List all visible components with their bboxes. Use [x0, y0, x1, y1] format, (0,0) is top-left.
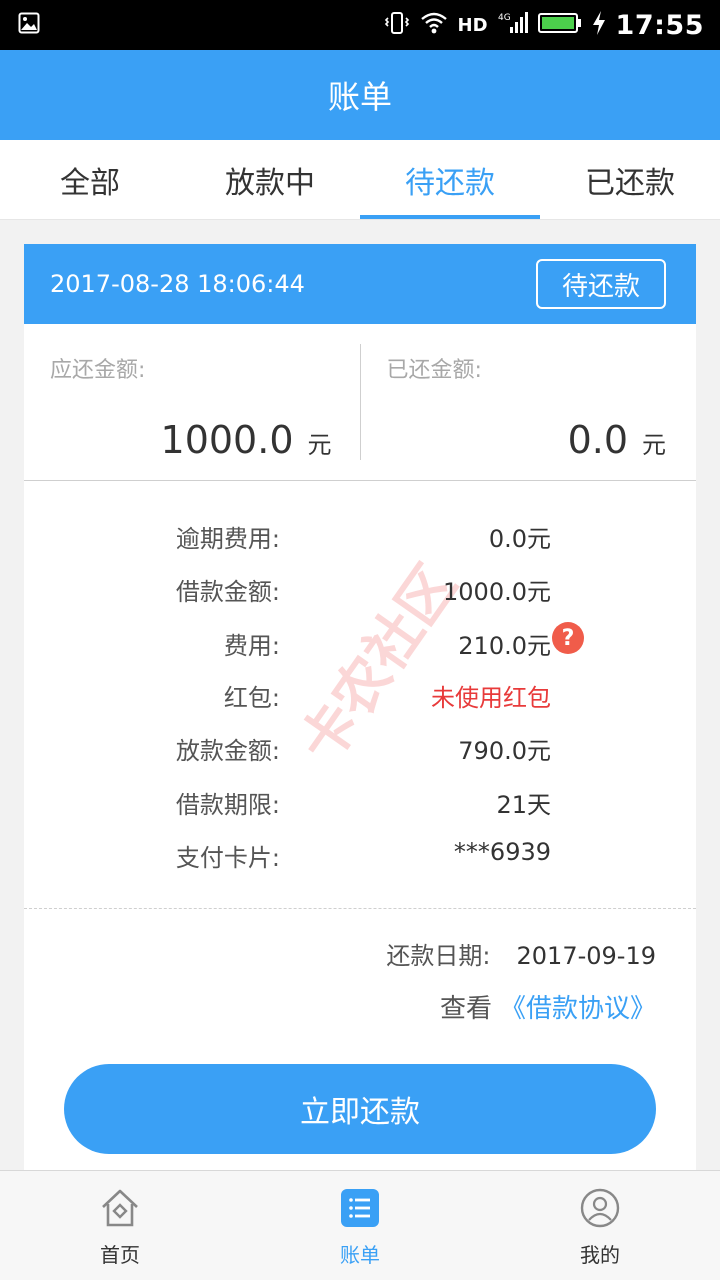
detail-label: 支付卡片:: [175, 844, 280, 872]
nav-home[interactable]: 首页: [0, 1171, 240, 1280]
detail-row-red-packet: 红包: 未使用红包: [24, 678, 696, 718]
detail-row-disbursed-amount: 放款金额: 790.0元: [24, 731, 696, 771]
wifi-icon: [420, 11, 448, 40]
paid-amount-unit: 元: [642, 431, 666, 459]
detail-label: 逾期费用:: [175, 525, 280, 553]
nav-label: 首页: [100, 1243, 140, 1267]
page-title: 账单: [327, 78, 392, 116]
nav-label: 我的: [580, 1243, 620, 1267]
due-amount-value: 1000.0: [160, 418, 294, 462]
detail-label: 放款金额:: [175, 737, 280, 765]
tab-disbursing[interactable]: 放款中: [180, 140, 360, 219]
detail-row-overdue-fee: 逾期费用: 0.0元: [24, 519, 696, 559]
paid-amount-block: 已还金额: 0.0 元: [361, 324, 697, 480]
detail-value: 1000.0元: [443, 578, 551, 606]
repay-date: 还款日期: 2017-09-19: [386, 936, 656, 971]
paid-amount-value: 0.0: [567, 418, 628, 462]
due-amount-unit: 元: [307, 431, 332, 459]
bill-datetime: 2017-08-28 18:06:44: [50, 270, 305, 298]
nav-bills[interactable]: 账单: [240, 1171, 480, 1280]
fee-help-icon[interactable]: ?: [552, 622, 584, 654]
nav-mine[interactable]: 我的: [480, 1171, 720, 1280]
vibrate-icon: [384, 10, 410, 41]
detail-value: 21天: [496, 791, 551, 819]
detail-label: 费用:: [223, 632, 280, 660]
view-label: 查看: [439, 994, 492, 1024]
signal-icon: 4G: [498, 11, 528, 40]
agreement-row: 查看 《借款协议》: [440, 988, 656, 1025]
detail-value: 790.0元: [458, 737, 551, 765]
bill-details: 卡农社区 逾期费用: 0.0元 借款金额: 1000.0元 费用: 210.0元…: [24, 481, 696, 909]
list-icon: [341, 1189, 379, 1227]
repay-now-button[interactable]: 立即还款: [64, 1064, 656, 1154]
detail-value: ***6939: [453, 838, 551, 866]
bottom-nav: 首页 账单 我的: [0, 1170, 720, 1280]
bill-card: 2017-08-28 18:06:44 待还款 应还金额: 1000.0 元 已…: [24, 244, 696, 1170]
detail-value: 210.0元: [458, 632, 551, 660]
user-icon: [580, 1188, 620, 1228]
repay-date-value: 2017-09-19: [516, 942, 656, 970]
tab-all[interactable]: 全部: [0, 140, 180, 219]
loan-agreement-link[interactable]: 《借款协议》: [500, 994, 656, 1024]
detail-row-fee: 费用: 210.0元 ?: [24, 622, 696, 666]
bill-card-header: 2017-08-28 18:06:44 待还款: [24, 244, 696, 324]
red-packet-link[interactable]: 未使用红包: [431, 678, 551, 713]
network-type: HD: [457, 14, 488, 36]
amount-summary: 应还金额: 1000.0 元 已还金额: 0.0 元: [24, 324, 696, 481]
status-bar: HD 4G 17:55: [0, 0, 720, 50]
clock: 17:55: [615, 9, 704, 41]
detail-row-loan-term: 借款期限: 21天: [24, 785, 696, 825]
tab-pending-repayment[interactable]: 待还款: [360, 140, 540, 219]
title-bar: 账单: [0, 50, 720, 140]
nav-label: 账单: [340, 1243, 380, 1267]
detail-row-payment-card: 支付卡片: ***6939: [24, 838, 696, 878]
repay-date-label: 还款日期:: [386, 942, 491, 970]
filter-tabs: 全部 放款中 待还款 已还款: [0, 140, 720, 220]
home-icon: [102, 1189, 138, 1227]
svg-text:4G: 4G: [498, 13, 511, 23]
charging-icon: [592, 10, 606, 40]
bill-status-badge[interactable]: 待还款: [536, 259, 666, 309]
detail-value: 0.0元: [488, 525, 551, 553]
due-amount-label: 应还金额:: [50, 358, 146, 383]
detail-label: 借款期限:: [175, 791, 280, 819]
detail-label: 借款金额:: [175, 578, 280, 606]
due-amount-block: 应还金额: 1000.0 元: [24, 344, 361, 462]
tab-repaid[interactable]: 已还款: [540, 140, 720, 219]
detail-row-loan-amount: 借款金额: 1000.0元: [24, 572, 696, 612]
paid-amount-label: 已还金额:: [386, 358, 482, 383]
detail-label: 红包:: [223, 684, 280, 712]
image-notification-icon: [18, 12, 40, 38]
battery-icon: [537, 12, 582, 39]
